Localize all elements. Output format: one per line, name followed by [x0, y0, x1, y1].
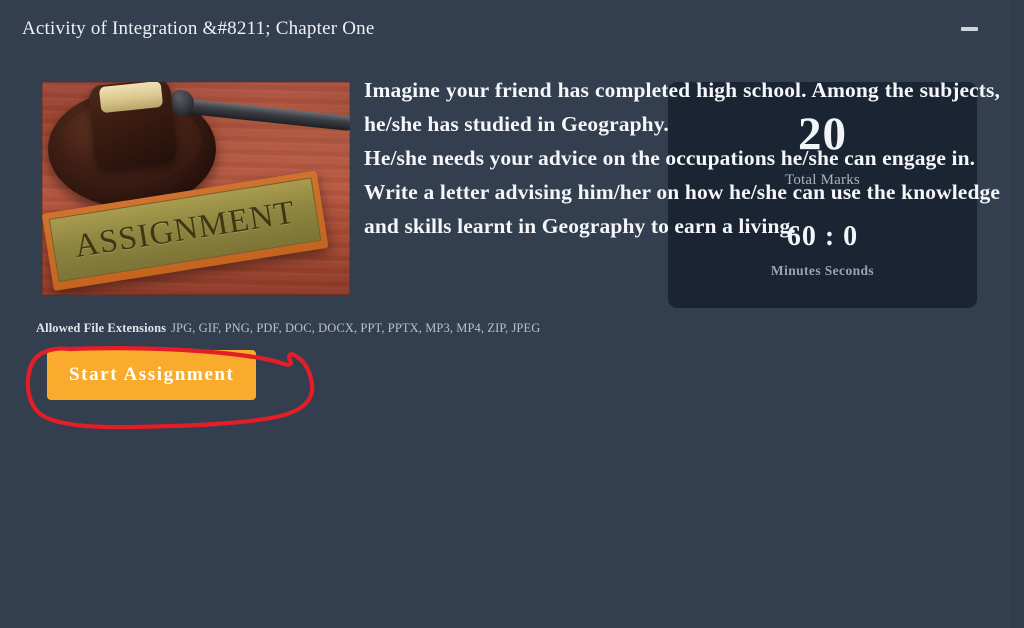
allowed-file-extensions-label: Allowed File Extensions	[36, 321, 167, 335]
assignment-window: Activity of Integration &#8211; Chapter …	[0, 0, 1024, 628]
start-assignment-area: Start Assignment	[22, 336, 1000, 440]
assignment-body: ASSIGNMENT Imagine your friend has compl…	[22, 58, 1000, 305]
window-titlebar: Activity of Integration &#8211; Chapter …	[0, 0, 1024, 58]
assignment-content: ASSIGNMENT Imagine your friend has compl…	[0, 58, 1024, 440]
page-title: Activity of Integration &#8211; Chapter …	[22, 18, 375, 39]
minimize-icon[interactable]	[952, 14, 986, 44]
allowed-file-extensions-list: JPG, GIF, PNG, PDF, DOC, DOCX, PPT, PPTX…	[171, 321, 541, 335]
start-assignment-button[interactable]: Start Assignment	[47, 350, 257, 400]
minimize-icon-bar	[960, 27, 978, 31]
assignment-image: ASSIGNMENT	[42, 82, 350, 295]
allowed-file-extensions: Allowed File Extensions JPG, GIF, PNG, PD…	[22, 305, 1000, 336]
nameplate-text: ASSIGNMENT	[72, 194, 298, 265]
